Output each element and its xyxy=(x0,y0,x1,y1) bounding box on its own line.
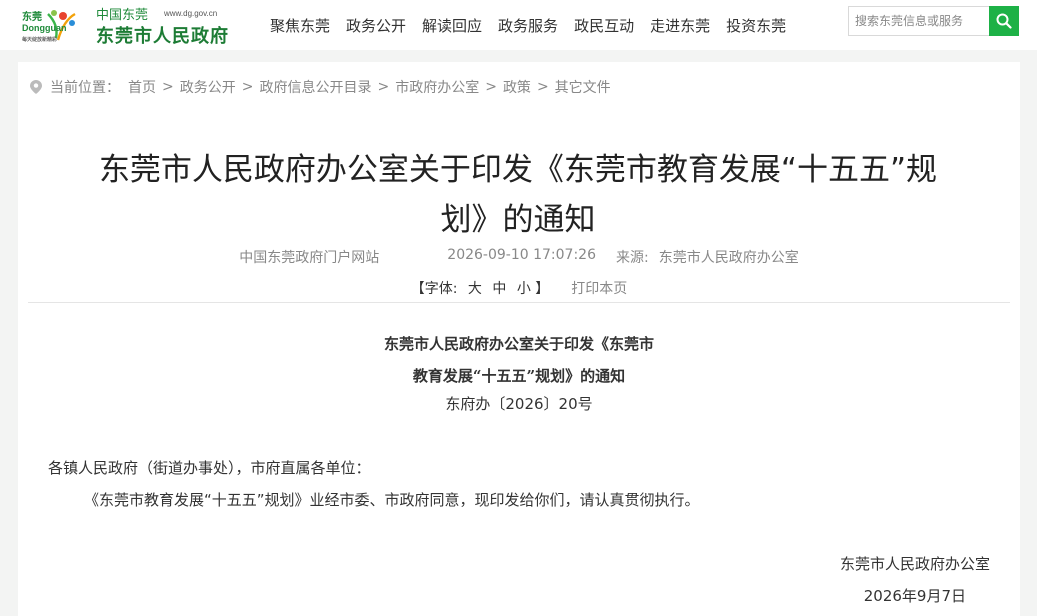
location-pin-icon xyxy=(30,80,42,94)
article-source: 东莞市人民政府办公室 xyxy=(658,250,799,266)
breadcrumb-policy[interactable]: 政策 xyxy=(503,77,531,97)
document-body: 《东莞市教育发展“十五五”规划》业经市委、市政府同意，现印发给你们，请认真贯彻执… xyxy=(84,491,700,509)
nav-item-about[interactable]: 走进东莞 xyxy=(642,15,718,36)
breadcrumb-separator: > xyxy=(377,79,390,95)
breadcrumb-gov-affairs[interactable]: 政务公开 xyxy=(180,77,236,97)
breadcrumb-other-docs[interactable]: 其它文件 xyxy=(555,77,611,97)
logo-domain: www.dg.gov.cn xyxy=(164,9,218,18)
font-size-medium[interactable]: 中 xyxy=(492,281,506,297)
document-title-line1: 东莞市人民政府办公室关于印发《东莞市 xyxy=(383,335,654,353)
article-title-line1: 东莞市人民政府办公室关于印发《东莞市教育发展“十五五”规 xyxy=(98,151,938,188)
signature-date: 2026年9月7日 xyxy=(863,587,966,605)
breadcrumb-separator: > xyxy=(485,79,497,95)
search-icon xyxy=(996,13,1012,29)
search-input[interactable] xyxy=(848,6,989,36)
document-salutation: 各镇人民政府（街道办事处），市府直属各单位： xyxy=(48,459,371,477)
signature-organization: 东莞市人民政府办公室 xyxy=(839,555,990,573)
print-page-link[interactable]: 打印本页 xyxy=(571,278,627,298)
logo-slogan: 每天绽放新精彩 xyxy=(22,37,58,43)
font-size-large[interactable]: 大 xyxy=(468,281,482,297)
article-tools: 【字体: 大 中 小 】 打印本页 xyxy=(18,278,1020,298)
nav-item-services[interactable]: 政务服务 xyxy=(490,15,566,36)
breadcrumb-label: 当前位置： xyxy=(50,80,120,96)
font-size-small[interactable]: 小 xyxy=(517,281,531,297)
article-site: 中国东莞政府门户网站 xyxy=(239,250,380,266)
font-size-label: 【字体: xyxy=(410,281,458,297)
breadcrumb-separator: > xyxy=(241,79,254,95)
breadcrumb-office[interactable]: 市政府办公室 xyxy=(395,77,479,97)
breadcrumb-info-catalog[interactable]: 政府信息公开目录 xyxy=(259,77,371,97)
article-title-line2: 划》的通知 xyxy=(440,201,596,238)
article-title: 东莞市人民政府办公室关于印发《东莞市教育发展“十五五”规 划》的通知 xyxy=(58,145,978,245)
breadcrumb: 当前位置： 首页 > 政务公开 > 政府信息公开目录 > 市政府办公室 > 政策… xyxy=(30,77,611,97)
logo-city-cn: 东莞 xyxy=(22,12,42,23)
search-button[interactable] xyxy=(989,6,1019,36)
breadcrumb-separator: > xyxy=(536,79,549,95)
site-header: 东莞 Dongguan 每天绽放新精彩 中国东莞 www.dg.gov.cn 东… xyxy=(0,0,1037,50)
logo-city-en: Dongguan xyxy=(22,23,67,33)
breadcrumb-separator: > xyxy=(162,79,174,95)
breadcrumb-home[interactable]: 首页 xyxy=(128,77,156,97)
article-source-label: 来源: xyxy=(615,250,649,266)
article-panel: 当前位置： 首页 > 政务公开 > 政府信息公开目录 > 市政府办公室 > 政策… xyxy=(18,62,1020,616)
document-title: 东莞市人民政府办公室关于印发《东莞市 教育发展“十五五”规划》的通知 xyxy=(18,328,1020,392)
article-meta: 中国东莞政府门户网站 2026-09-10 17:07:26 来源: 东莞市人民… xyxy=(18,247,1020,267)
logo-gov-name: 东莞市人民政府 xyxy=(96,26,229,47)
document-number: 东府办〔2026〕20号 xyxy=(445,395,593,413)
search-box xyxy=(848,6,1019,36)
site-logo[interactable]: 东莞 Dongguan 每天绽放新精彩 中国东莞 www.dg.gov.cn 东… xyxy=(18,2,238,48)
nav-item-invest[interactable]: 投资东莞 xyxy=(718,15,794,36)
logo-city-text: 东莞 Dongguan 每天绽放新精彩 xyxy=(22,12,67,46)
nav-item-interaction[interactable]: 政民互动 xyxy=(566,15,642,36)
font-size-close: 】 xyxy=(535,281,550,297)
main-nav: 聚焦东莞 政务公开 解读回应 政务服务 政民互动 走进东莞 投资东莞 xyxy=(262,0,794,50)
nav-item-gov-affairs[interactable]: 政务公开 xyxy=(338,15,414,36)
content-divider xyxy=(28,302,1010,303)
document-title-line2: 教育发展“十五五”规划》的通知 xyxy=(412,367,626,385)
logo-brand: 中国东莞 xyxy=(96,8,149,23)
article-datetime: 2026-09-10 17:07:26 xyxy=(447,247,596,263)
nav-item-interpretation[interactable]: 解读回应 xyxy=(414,15,490,36)
nav-item-focus[interactable]: 聚焦东莞 xyxy=(262,15,338,36)
font-size-switcher: 【字体: 大 中 小 】 xyxy=(411,278,550,298)
